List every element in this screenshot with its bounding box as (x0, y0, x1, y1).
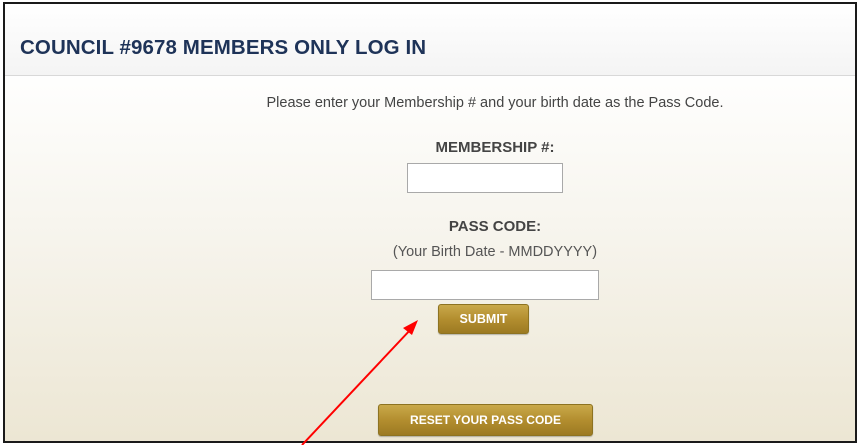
membership-input[interactable] (407, 163, 563, 193)
passcode-input[interactable] (371, 270, 599, 300)
login-instructions: Please enter your Membership # and your … (266, 95, 724, 111)
submit-button[interactable]: SUBMIT (438, 304, 529, 334)
login-panel: COUNCIL #9678 MEMBERS ONLY LOG IN Please… (3, 2, 857, 443)
reset-pass-code-button[interactable]: RESET YOUR PASS CODE (378, 404, 593, 436)
page-title: COUNCIL #9678 MEMBERS ONLY LOG IN (20, 36, 427, 59)
passcode-hint: (Your Birth Date - MMDDYYYY) (392, 244, 598, 260)
membership-label: MEMBERSHIP #: (435, 139, 555, 156)
passcode-label: PASS CODE: (448, 218, 542, 235)
panel-header: COUNCIL #9678 MEMBERS ONLY LOG IN (5, 4, 855, 76)
